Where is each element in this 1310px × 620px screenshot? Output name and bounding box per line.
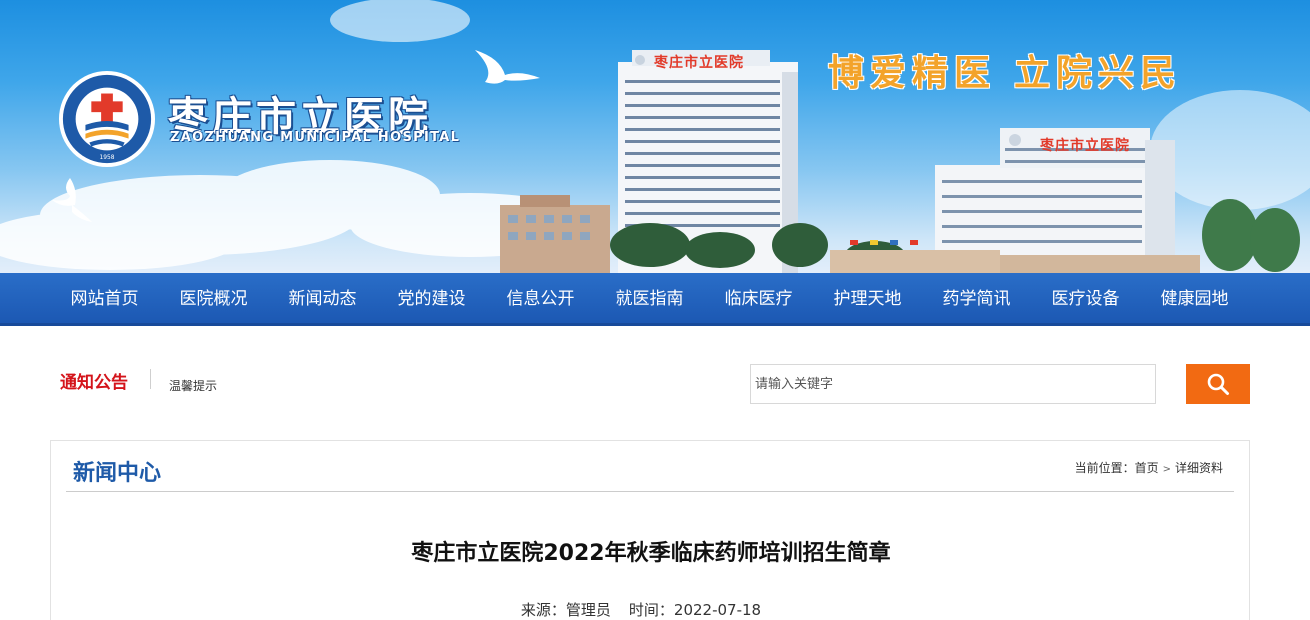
nav-item-home[interactable]: 网站首页 bbox=[50, 273, 159, 323]
nav-item-overview[interactable]: 医院概况 bbox=[159, 273, 268, 323]
search-input[interactable] bbox=[750, 364, 1156, 404]
nav-item-party[interactable]: 党的建设 bbox=[377, 273, 486, 323]
nav-item-health[interactable]: 健康园地 bbox=[1140, 273, 1249, 323]
nav-item-pharmacy[interactable]: 药学简讯 bbox=[922, 273, 1031, 323]
breadcrumb-prefix: 当前位置： bbox=[1074, 461, 1135, 475]
nav-item-clinical[interactable]: 临床医疗 bbox=[704, 273, 813, 323]
hospital-logo: 1958 bbox=[58, 70, 156, 168]
breadcrumb-current: 详细资料 bbox=[1174, 461, 1223, 475]
search-icon bbox=[1207, 373, 1229, 395]
notice-title: 通知公告 bbox=[60, 373, 128, 393]
nav-item-news[interactable]: 新闻动态 bbox=[268, 273, 377, 323]
notice-item[interactable]: 温馨提示 bbox=[169, 377, 217, 394]
logo-year: 1958 bbox=[100, 155, 115, 161]
nav-item-info-disclosure[interactable]: 信息公开 bbox=[486, 273, 595, 323]
article-title: 枣庄市立医院2022年秋季临床药师培训招生简章 bbox=[411, 541, 891, 566]
article-meta: 来源：管理员 时间：2022-07-18 bbox=[51, 599, 1231, 620]
article-date: 2022-07-18 bbox=[673, 601, 762, 619]
hospital-name-en: ZAOZHUANG MUNICIPAL HOSPITAL bbox=[170, 130, 461, 145]
header-banner: 1958 枣庄市立医院 ZAOZHUANG MUNICIPAL HOSPITAL… bbox=[0, 0, 1310, 273]
time-label: 时间： bbox=[628, 601, 674, 619]
breadcrumb-home-link[interactable]: 首页 bbox=[1135, 461, 1159, 475]
nav-item-patient-guide[interactable]: 就医指南 bbox=[595, 273, 704, 323]
article-source: 管理员 bbox=[565, 601, 611, 619]
nav-item-equipment[interactable]: 医疗设备 bbox=[1031, 273, 1140, 323]
main-nav: 网站首页 医院概况 新闻动态 党的建设 信息公开 就医指南 临床医疗 护理天地 … bbox=[0, 273, 1310, 326]
building-sign-left: 枣庄市立医院 bbox=[654, 55, 744, 71]
section-title: 新闻中心 bbox=[73, 461, 162, 486]
breadcrumb-separator: > bbox=[1162, 464, 1171, 475]
breadcrumb: 当前位置：首页 > 详细资料 bbox=[1075, 459, 1223, 476]
slogan-left: 博爱精医 bbox=[828, 52, 997, 94]
news-content-panel: 新闻中心 当前位置：首页 > 详细资料 枣庄市立医院2022年秋季临床药师培训招生简… bbox=[50, 440, 1250, 620]
source-label: 来源： bbox=[520, 601, 566, 619]
building-sign-right: 枣庄市立医院 bbox=[1040, 138, 1130, 154]
slogan-right: 立院兴民 bbox=[1014, 52, 1183, 94]
notice-divider bbox=[150, 369, 151, 389]
section-divider bbox=[66, 491, 1234, 492]
nav-item-nursing[interactable]: 护理天地 bbox=[813, 273, 922, 323]
search-button[interactable] bbox=[1186, 364, 1250, 404]
